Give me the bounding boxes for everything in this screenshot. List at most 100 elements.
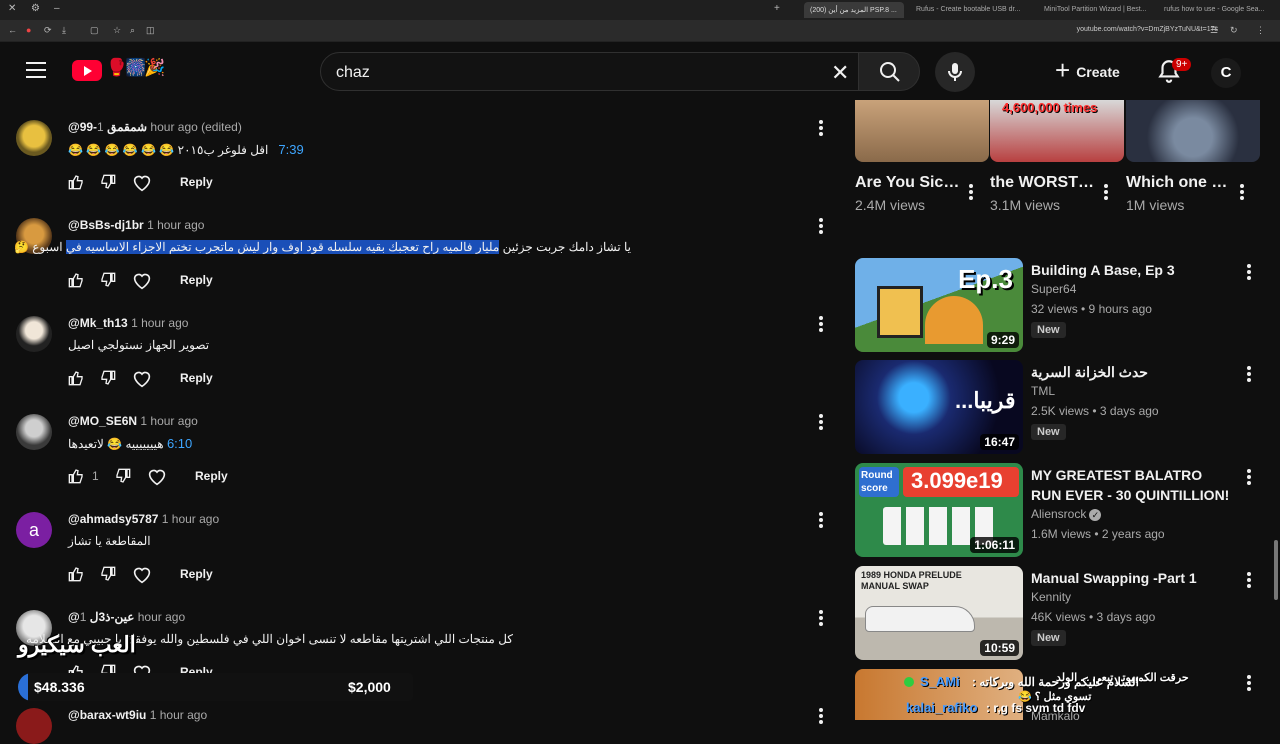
like-icon[interactable] [68, 174, 84, 190]
video-more-icon[interactable] [1247, 262, 1253, 282]
dislike-icon[interactable] [100, 370, 116, 386]
comment-more-icon[interactable] [813, 118, 829, 138]
reply-button[interactable]: Reply [180, 567, 213, 581]
search-input[interactable]: chaz [336, 64, 370, 82]
youtube-logo[interactable] [72, 60, 102, 81]
extension-icon[interactable]: ● [26, 25, 31, 35]
comment-more-icon[interactable] [813, 608, 829, 628]
video-thumbnail[interactable] [1126, 100, 1260, 162]
comment-author[interactable]: @Mk_th13 [68, 316, 128, 330]
shelf-video-card[interactable]: 4,600,000 times the WORST farm in ... 3.… [990, 100, 1124, 213]
tab-rufus[interactable]: Rufus - Create bootable USB dr... [910, 2, 1032, 18]
timestamp-link[interactable]: 6:10 [167, 436, 192, 451]
voice-search-button[interactable] [935, 52, 975, 92]
video-more-icon[interactable] [969, 182, 975, 202]
close-window-icon[interactable]: ✕ [8, 3, 16, 14]
account-avatar[interactable]: C [1211, 58, 1241, 88]
new-tab-icon[interactable]: + [774, 3, 780, 14]
search-box[interactable]: chaz ✕ [320, 52, 866, 91]
avatar[interactable] [16, 708, 52, 744]
more-icon[interactable]: ⋮ [1256, 25, 1265, 36]
video-thumbnail[interactable]: Round score 3.099e19 1:06:11 [855, 463, 1023, 557]
reply-button[interactable]: Reply [195, 469, 228, 483]
reply-button[interactable]: Reply [180, 371, 213, 385]
create-button[interactable]: + Create [1055, 52, 1120, 92]
comment-author[interactable]: @BsBs-dj1br [68, 218, 144, 232]
selected-text[interactable]: مليار فالميه راح تعجبك بقيه سلسله قود او… [65, 240, 500, 254]
video-thumbnail[interactable]: قريبا... 16:47 [855, 360, 1023, 454]
recommended-video[interactable]: 1989 HONDA PRELUDE MANUAL SWAP 10:59 Man… [855, 566, 1265, 662]
avatar[interactable] [16, 120, 52, 156]
video-title[interactable]: حدث الخزانة السرية [1031, 362, 1231, 382]
timestamp-link[interactable]: 7:39 [278, 142, 303, 157]
recommended-video[interactable]: قريبا... 16:47 حدث الخزانة السرية TML 2.… [855, 360, 1265, 456]
tabs-icon[interactable]: ▢ [90, 25, 99, 36]
dislike-icon[interactable] [100, 566, 116, 582]
download-icon[interactable]: ⤓ [62, 25, 66, 36]
video-title[interactable]: Manual Swapping -Part 1 [1031, 568, 1231, 588]
comment-time[interactable]: 1 hour ago [162, 512, 219, 526]
heart-icon[interactable] [147, 468, 167, 486]
video-thumbnail[interactable]: Ep.3 9:29 [855, 258, 1023, 352]
browser-menu-icon[interactable]: ⚙ [31, 3, 40, 14]
shelf-video-card[interactable]: Are You Sick of 3D Print... 2.4M views [855, 100, 989, 213]
comment-more-icon[interactable] [813, 216, 829, 236]
video-title[interactable]: Are You Sick of 3D Print... [855, 172, 961, 194]
tab-youtube[interactable]: (200) المزيد من أين PSP.8 ... [804, 2, 904, 18]
heart-icon[interactable] [132, 370, 152, 388]
heart-icon[interactable] [132, 272, 152, 290]
comment-author[interactable]: @MO_SE6N [68, 414, 137, 428]
like-icon[interactable] [68, 566, 84, 582]
tab-minitool[interactable]: MiniTool Partition Wizard | Best... [1038, 2, 1152, 18]
comment-author[interactable]: @ahmadsy5787 [68, 512, 158, 526]
hamburger-menu-icon[interactable] [26, 62, 46, 78]
tab-google[interactable]: rufus how to use - Google Sea... [1158, 2, 1276, 18]
video-more-icon[interactable] [1240, 182, 1246, 202]
reply-button[interactable]: Reply [180, 273, 213, 287]
video-title[interactable]: Which one will Suppor... [1126, 172, 1232, 194]
comment-author[interactable]: @99-شمقمق [68, 120, 147, 134]
comment-more-icon[interactable] [813, 412, 829, 432]
minimize-icon[interactable]: – [54, 3, 60, 14]
channel-name[interactable]: Kennity [1031, 590, 1071, 604]
shelf-video-card[interactable]: Which one will Suppor... 1M views [1126, 100, 1260, 213]
video-more-icon[interactable] [1247, 570, 1253, 590]
comment-more-icon[interactable] [813, 706, 829, 726]
recommended-video[interactable]: Ep.3 9:29 Building A Base, Ep 3 Super64 … [855, 258, 1265, 354]
url-text[interactable]: youtube.com/watch?v=DmZjBYzTuNU&t=17s [1077, 26, 1218, 33]
video-more-icon[interactable] [1247, 467, 1253, 487]
reply-button[interactable]: Reply [180, 175, 213, 189]
search-engine-icon[interactable]: ⌕ [130, 25, 135, 36]
like-icon[interactable] [68, 272, 84, 288]
video-thumbnail[interactable]: 4,600,000 times [990, 100, 1124, 162]
heart-icon[interactable] [132, 566, 152, 584]
recommended-video[interactable]: Round score 3.099e19 1:06:11 MY GREATEST… [855, 463, 1265, 559]
dislike-icon[interactable] [100, 174, 116, 190]
comment-time[interactable]: 1 hour ago [140, 414, 197, 428]
comment-more-icon[interactable] [813, 314, 829, 334]
scrollbar-thumb[interactable] [1274, 540, 1278, 600]
video-more-icon[interactable] [1247, 364, 1253, 384]
video-more-icon[interactable] [1104, 182, 1110, 202]
channel-name[interactable]: Aliensrock ✓ [1031, 507, 1102, 521]
screenshot-icon[interactable]: ◫ [146, 25, 155, 36]
reader-icon[interactable]: ☰ [1210, 25, 1218, 36]
dislike-icon[interactable] [100, 272, 116, 288]
avatar[interactable] [16, 316, 52, 352]
video-title[interactable]: MY GREATEST BALATRO RUN EVER - 30 QUINTI… [1031, 465, 1231, 505]
reload-icon[interactable]: ⟳ [44, 25, 52, 36]
avatar[interactable]: a [16, 512, 52, 548]
comment-author[interactable]: @عين-ذ3ل [68, 610, 134, 624]
like-icon[interactable] [68, 468, 84, 484]
heart-icon[interactable] [132, 174, 152, 192]
like-icon[interactable] [68, 370, 84, 386]
dislike-icon[interactable] [115, 468, 131, 484]
bookmark-icon[interactable]: ☆ [113, 25, 121, 36]
avatar[interactable] [16, 414, 52, 450]
channel-name[interactable]: Super64 [1031, 282, 1076, 296]
back-icon[interactable]: ← [8, 25, 17, 35]
comment-more-icon[interactable] [813, 510, 829, 530]
comment-time[interactable]: 1 hour ago [147, 218, 204, 232]
comment-time[interactable]: 1 hour ago [131, 316, 188, 330]
refresh-icon[interactable]: ↻ [1230, 25, 1238, 36]
